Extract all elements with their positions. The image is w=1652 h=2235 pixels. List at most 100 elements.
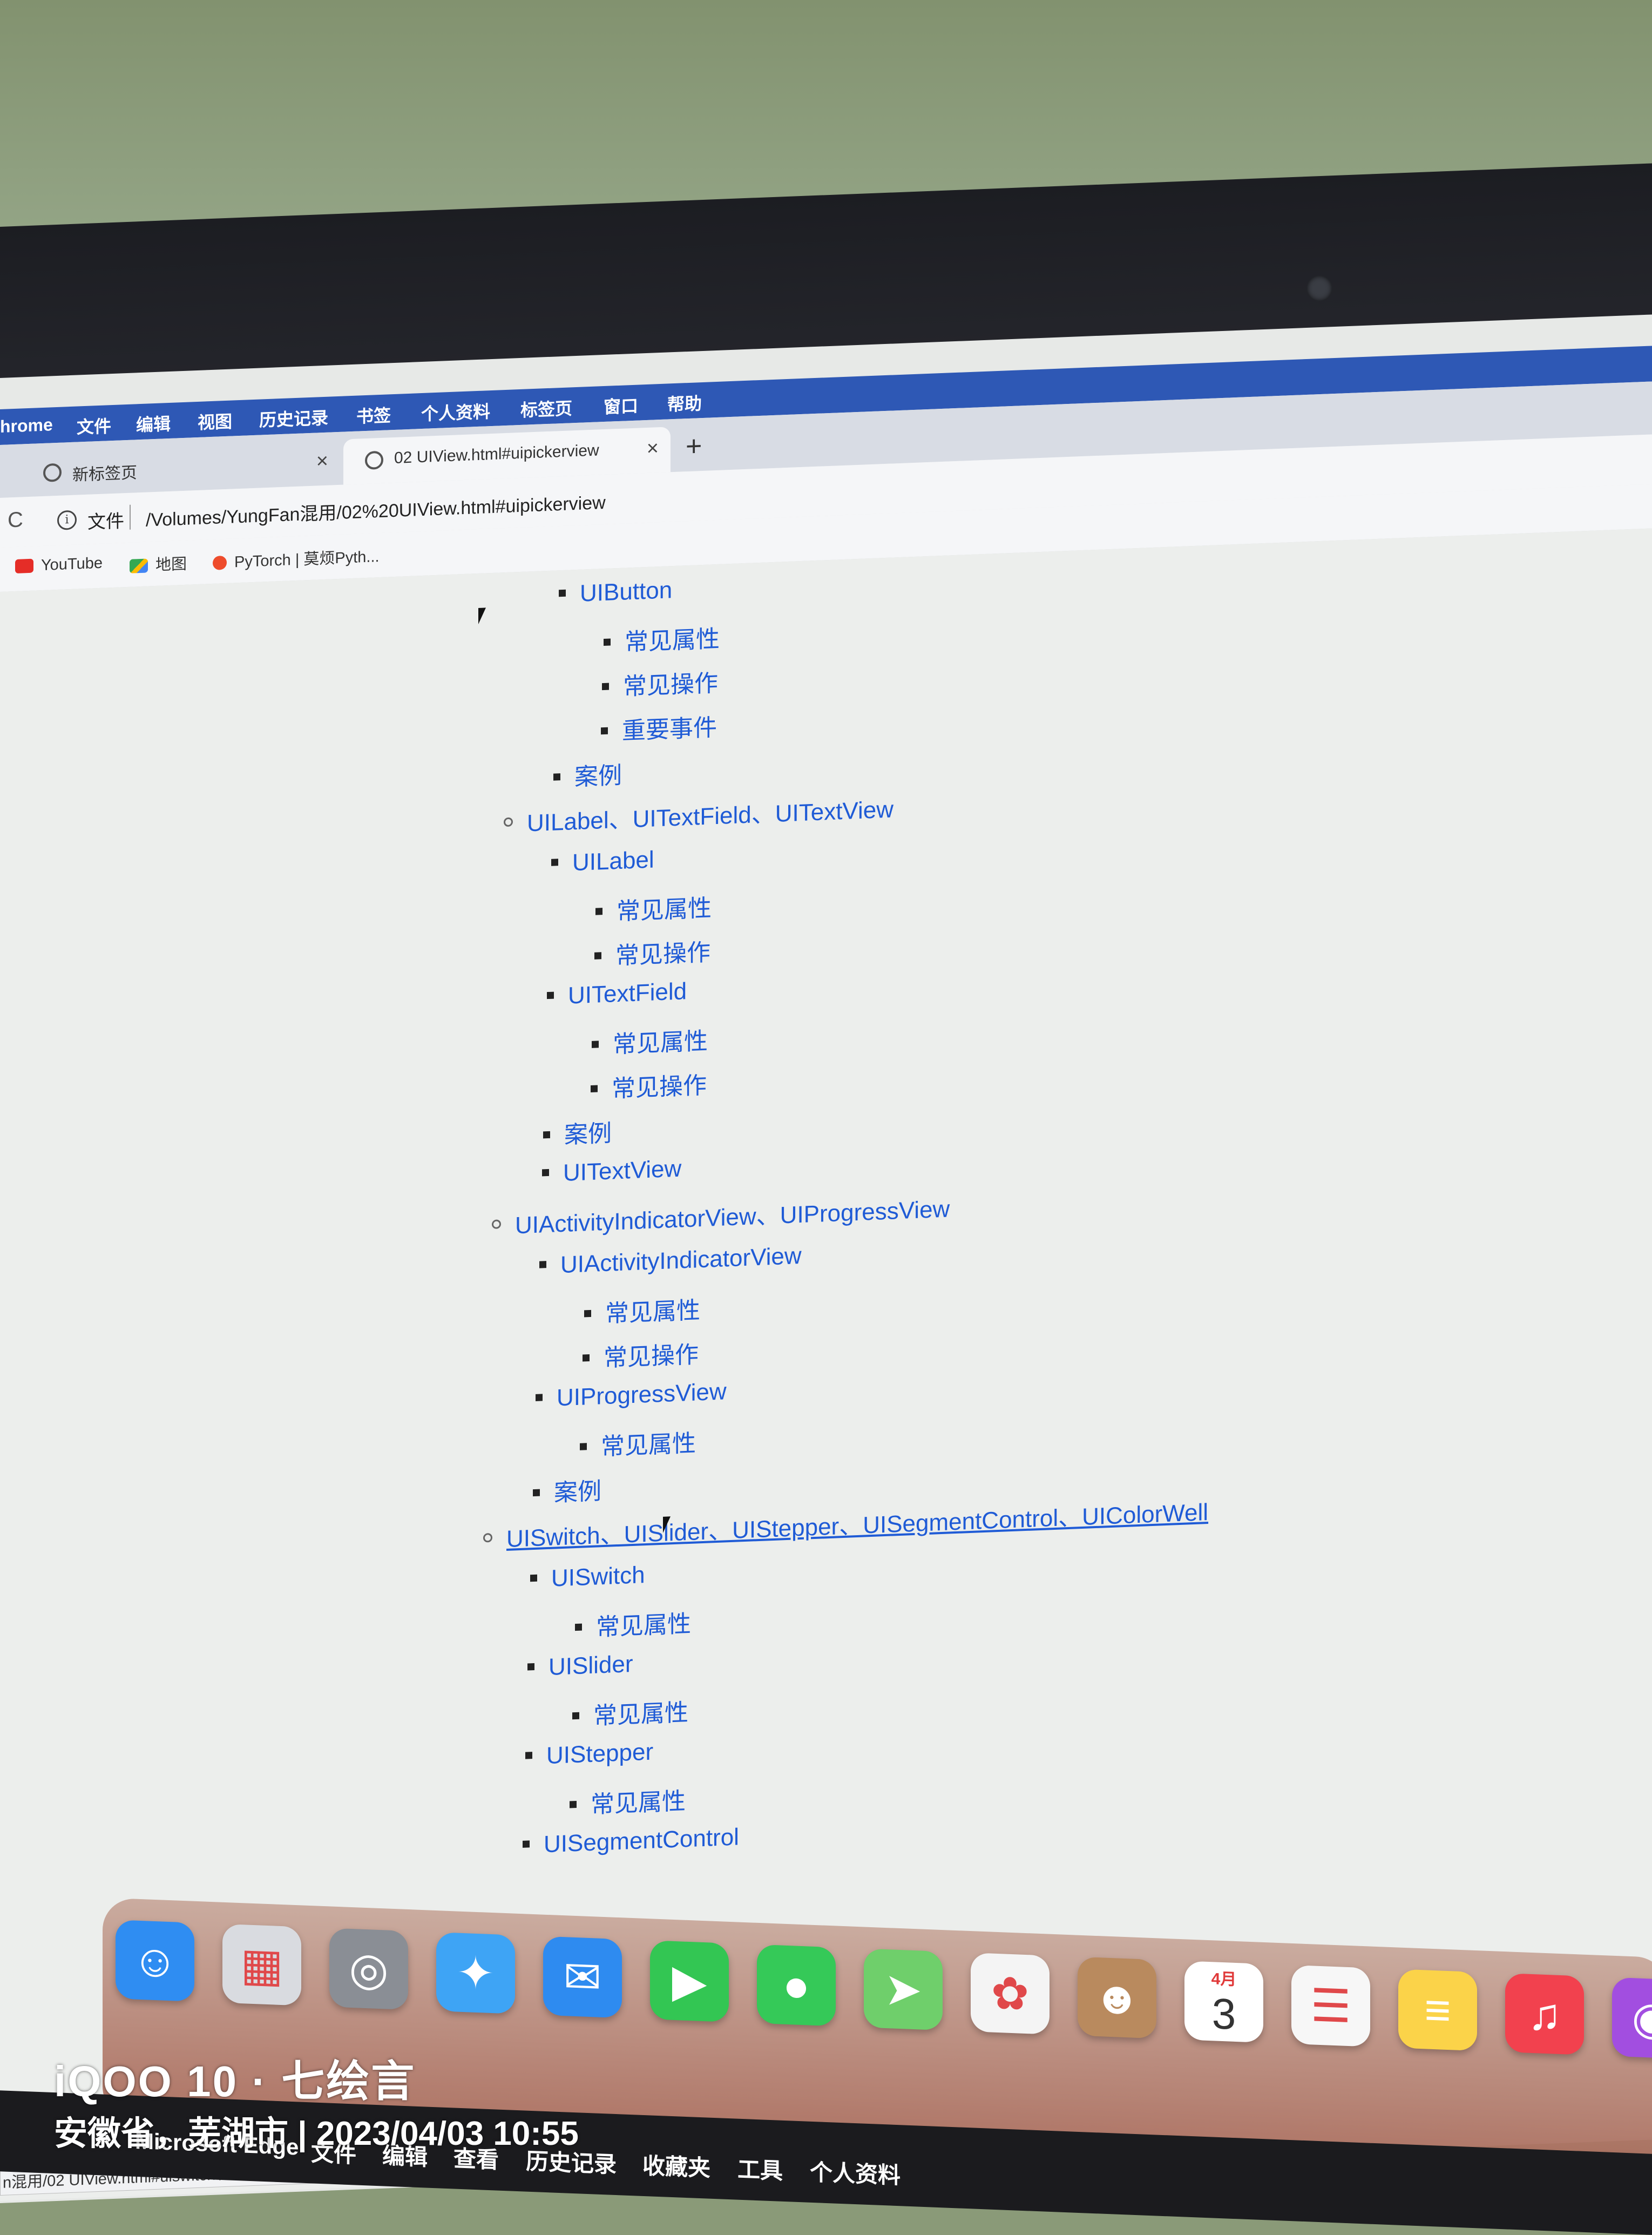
reminders-icon[interactable]: ☰ xyxy=(1291,1964,1370,2047)
close-icon[interactable]: × xyxy=(316,450,328,474)
bullet-icon xyxy=(547,991,554,1000)
toc-item-link[interactable]: 常见操作 xyxy=(602,664,718,703)
toc-item-link[interactable]: UIButton xyxy=(559,577,672,608)
bullet-icon xyxy=(601,727,608,735)
bullet-icon xyxy=(595,908,602,915)
menu-profile[interactable]: 个人资料 xyxy=(810,2154,901,2190)
toc-label: 常见操作 xyxy=(623,670,718,700)
bullet-icon xyxy=(527,1663,534,1671)
bullet-icon xyxy=(584,1309,591,1318)
photos-icon[interactable]: ✿ xyxy=(971,1953,1050,2035)
menu-bookmarks[interactable]: 书签 xyxy=(356,402,391,428)
safari-icon[interactable]: ✦ xyxy=(436,1932,515,2014)
photo-watermark-location: 安徽省，芜湖市 | 2023/04/03 10:55 xyxy=(54,2115,579,2152)
toc-item-link[interactable]: 常见属性 xyxy=(570,1781,686,1820)
bullet-icon xyxy=(592,1041,599,1048)
address-bar[interactable]: /Volumes/YungFan混用/02%20UIView.html#uipi… xyxy=(146,488,606,532)
menu-help[interactable]: 帮助 xyxy=(667,390,702,416)
bullet-icon xyxy=(551,859,558,866)
toc-item-link[interactable]: 常见操作 xyxy=(591,1066,707,1105)
toc-item-link[interactable]: UIProgressView xyxy=(536,1378,727,1413)
menu-tabs[interactable]: 标签页 xyxy=(520,395,572,422)
toc-item-link[interactable]: 常见操作 xyxy=(583,1335,699,1374)
toc-label: UISwitch、UISlider、UIStepper、UISegmentCon… xyxy=(506,1499,1209,1552)
podcasts-icon[interactable]: ◉ xyxy=(1612,1977,1652,2060)
launchpad-icon[interactable]: ▦ xyxy=(222,1923,301,2006)
mouse-cursor xyxy=(663,1516,671,1533)
toc-item-link[interactable]: UIStepper xyxy=(525,1739,653,1771)
menu-file[interactable]: 文件 xyxy=(77,413,111,438)
toc-item-link[interactable]: 案例 xyxy=(543,1113,612,1151)
toc-label: UITextField xyxy=(568,978,687,1009)
menu-profile[interactable]: 个人资料 xyxy=(421,398,490,426)
bookmark-maps[interactable]: 地图 xyxy=(130,551,187,576)
toc-item-link[interactable]: 常见属性 xyxy=(584,1291,700,1329)
calendar-icon[interactable]: 4月 3 xyxy=(1184,1961,1263,2043)
toc-item-link[interactable]: UISwitch xyxy=(530,1562,645,1593)
file-scheme-label: 文件 xyxy=(87,511,124,533)
toc-label: 常见属性 xyxy=(593,1699,688,1730)
toc-section-link[interactable]: UIActivityIndicatorView、UIProgressView xyxy=(492,1189,950,1241)
messages-icon[interactable]: ● xyxy=(757,1944,836,2027)
notes-icon[interactable]: ≡ xyxy=(1398,1969,1477,2051)
bullet-icon xyxy=(604,638,611,646)
toc-item-link[interactable]: 案例 xyxy=(533,1471,601,1509)
screenshot-icon[interactable]: ◎ xyxy=(329,1928,408,2010)
reload-icon[interactable]: C xyxy=(8,508,23,532)
toc-item-link[interactable]: 常见属性 xyxy=(575,1604,691,1643)
toc-label: 常见属性 xyxy=(601,1430,696,1461)
toc-item-link[interactable]: UISegmentControl xyxy=(523,1824,739,1859)
globe-icon xyxy=(365,450,383,470)
toc-item-link[interactable]: 重要事件 xyxy=(601,708,717,747)
bullet-icon xyxy=(602,683,609,691)
menu-favorites[interactable]: 收藏夹 xyxy=(642,2148,710,2183)
bullet-icon xyxy=(580,1443,587,1450)
facetime-icon[interactable]: ▶ xyxy=(650,1940,729,2022)
toc-label: 常见属性 xyxy=(617,895,712,926)
toc-label: UISwitch xyxy=(551,1562,645,1592)
toc-item-link[interactable]: 常见属性 xyxy=(572,1693,688,1732)
menu-history[interactable]: 历史记录 xyxy=(259,404,328,432)
menu-app-name[interactable]: hrome xyxy=(0,415,53,437)
menu-window[interactable]: 窗口 xyxy=(604,393,638,418)
toc-item-link[interactable]: 常见属性 xyxy=(604,619,720,658)
toc-section-link[interactable]: UILabel、UITextField、UITextView xyxy=(504,789,893,839)
toc-item-link[interactable]: 案例 xyxy=(553,756,622,793)
toc-label: 重要事件 xyxy=(622,714,717,745)
toc-item-link[interactable]: UITextField xyxy=(547,978,687,1010)
toc-item-link[interactable]: UIActivityIndicatorView xyxy=(539,1243,802,1280)
bookmark-label: PyTorch | 莫烦Pyth... xyxy=(234,548,380,571)
toc-label: 常见操作 xyxy=(604,1341,699,1372)
bookmark-pytorch[interactable]: PyTorch | 莫烦Pyth... xyxy=(213,544,380,573)
tab-label: 新标签页 xyxy=(72,464,137,484)
bookmark-label: YouTube xyxy=(41,554,103,575)
new-tab-button[interactable]: + xyxy=(686,430,702,463)
close-icon[interactable]: × xyxy=(647,437,659,461)
finder-icon[interactable]: ☺ xyxy=(116,1920,194,2002)
contacts-icon[interactable]: ☻ xyxy=(1078,1956,1156,2039)
toc-label: UISlider xyxy=(549,1650,633,1680)
menu-edit[interactable]: 编辑 xyxy=(136,410,171,436)
maps-icon[interactable]: ➤ xyxy=(864,1948,943,2031)
toc-label: 常见操作 xyxy=(615,939,710,970)
toc-label: UIActivityIndicatorView、UIProgressView xyxy=(515,1196,950,1239)
mail-icon[interactable]: ✉ xyxy=(543,1936,622,2018)
info-icon[interactable]: i xyxy=(57,510,77,530)
toc-item-link[interactable]: UILabel xyxy=(551,846,654,877)
menu-tools[interactable]: 工具 xyxy=(737,2151,783,2186)
toc-item-link[interactable]: UITextView xyxy=(542,1156,681,1188)
bullet-icon xyxy=(533,1489,540,1497)
music-icon[interactable]: ♫ xyxy=(1505,1973,1584,2055)
bullet-icon xyxy=(575,1623,582,1631)
toc-item-link[interactable]: 常见操作 xyxy=(594,933,710,971)
toc-label: UILabel xyxy=(572,846,654,876)
toc-item-link[interactable]: 常见属性 xyxy=(580,1423,696,1462)
menu-view[interactable]: 视图 xyxy=(198,408,232,434)
url-divider xyxy=(130,504,131,530)
toc-item-link[interactable]: 常见属性 xyxy=(595,888,712,927)
toc-label: UIButton xyxy=(580,577,673,607)
toc-item-link[interactable]: 常见属性 xyxy=(592,1022,708,1061)
bookmark-youtube[interactable]: YouTube xyxy=(15,555,103,576)
bullet-icon xyxy=(543,1131,550,1139)
toc-item-link[interactable]: UISlider xyxy=(527,1651,633,1682)
